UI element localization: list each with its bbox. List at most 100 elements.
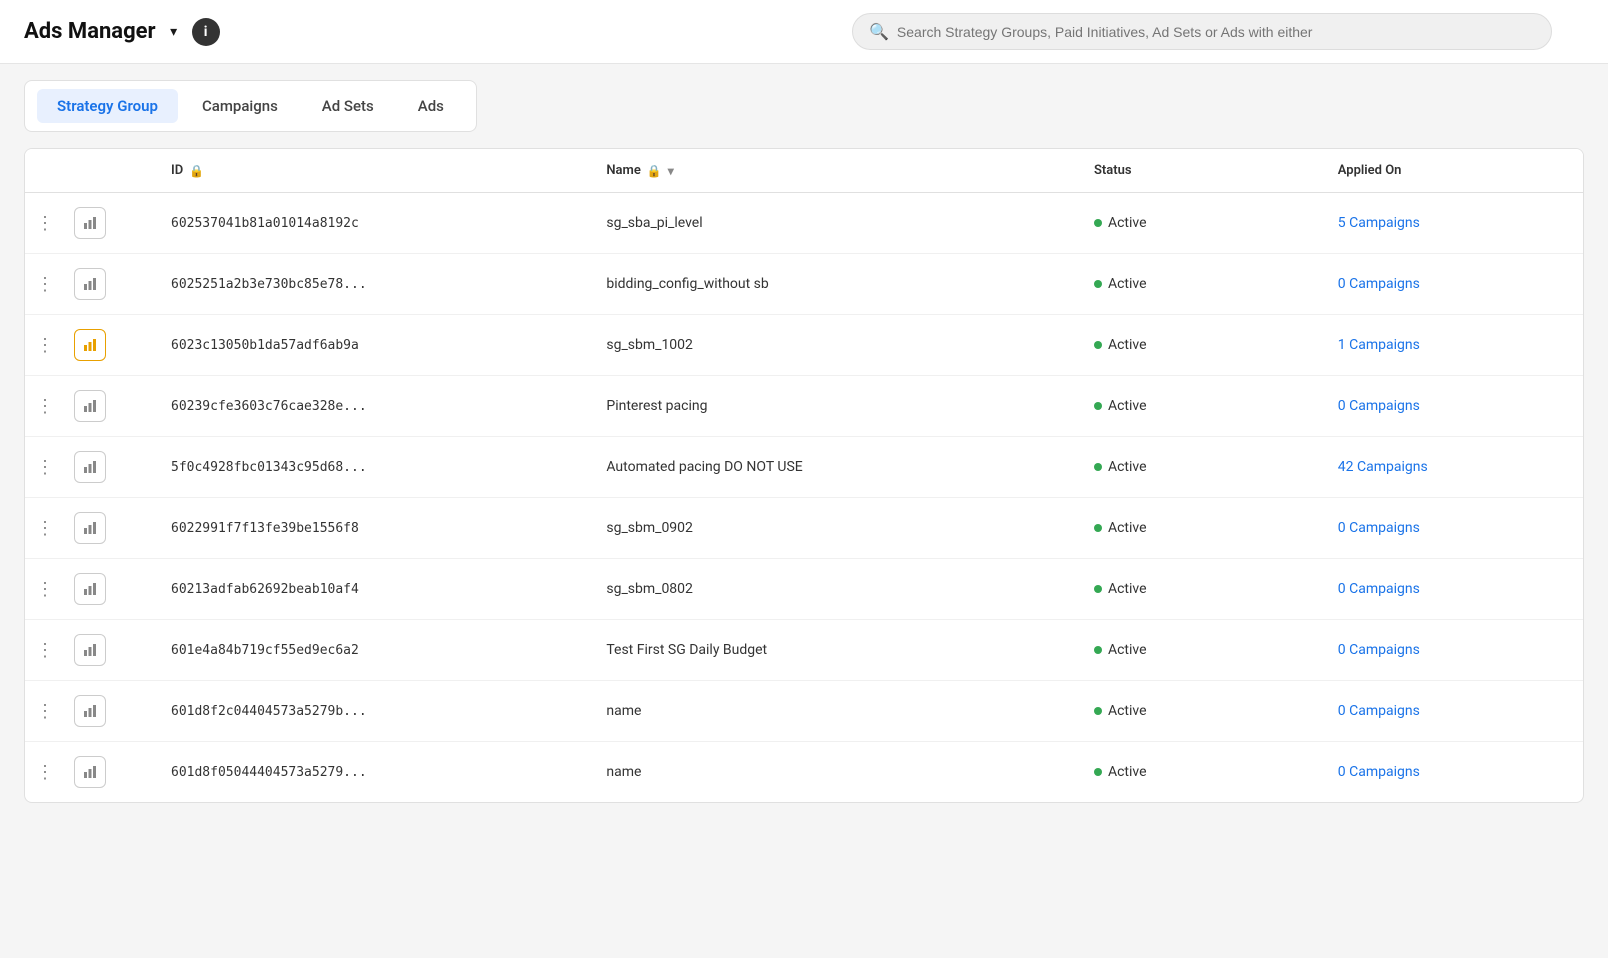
row-menu-6[interactable]: ⋮ [25, 559, 65, 620]
chart-icon-btn-5[interactable] [74, 512, 106, 544]
row-id-6: 60213adfab62692beab10af4 [155, 559, 590, 620]
status-dot-0 [1094, 219, 1102, 227]
name-lock-icon: 🔒 [647, 164, 662, 178]
row-checkbox-3[interactable] [115, 376, 155, 437]
th-actions [25, 149, 65, 193]
th-status: Status [1078, 149, 1322, 193]
applied-link-5[interactable]: 0 Campaigns [1338, 520, 1420, 536]
chart-icon-btn-4[interactable] [74, 451, 106, 483]
table-row: ⋮ 601d8f2c04404573a5279b... name Active [25, 681, 1583, 742]
th-checkbox [115, 149, 155, 193]
row-name-2: sg_sbm_1002 [590, 315, 1078, 376]
th-chart [65, 149, 115, 193]
applied-link-8[interactable]: 0 Campaigns [1338, 703, 1420, 719]
row-menu-9[interactable]: ⋮ [25, 742, 65, 803]
applied-link-9[interactable]: 0 Campaigns [1338, 764, 1420, 780]
row-status-3: Active [1078, 376, 1322, 437]
applied-link-3[interactable]: 0 Campaigns [1338, 398, 1420, 414]
chart-icon-btn-7[interactable] [74, 634, 106, 666]
row-applied-1[interactable]: 0 Campaigns [1322, 254, 1583, 315]
status-label-7: Active [1108, 642, 1147, 658]
row-checkbox-5[interactable] [115, 498, 155, 559]
row-applied-0[interactable]: 5 Campaigns [1322, 193, 1583, 254]
chart-icon-btn-0[interactable] [74, 207, 106, 239]
row-name-8: name [590, 681, 1078, 742]
table-header-row: ID 🔒 Name 🔒 ▾ Status Applied On [25, 149, 1583, 193]
row-checkbox-9[interactable] [115, 742, 155, 803]
row-id-2: 6023c13050b1da57adf6ab9a [155, 315, 590, 376]
status-label-2: Active [1108, 337, 1147, 353]
status-label-1: Active [1108, 276, 1147, 292]
status-dot-7 [1094, 646, 1102, 654]
chart-icon-btn-1[interactable] [74, 268, 106, 300]
row-checkbox-8[interactable] [115, 681, 155, 742]
table-body: ⋮ 602537041b81a01014a8192c sg_sba_pi_lev… [25, 193, 1583, 803]
row-applied-4[interactable]: 42 Campaigns [1322, 437, 1583, 498]
applied-link-4[interactable]: 42 Campaigns [1338, 459, 1428, 475]
row-chart-0 [65, 193, 115, 254]
row-checkbox-2[interactable] [115, 315, 155, 376]
header-left: Ads Manager ▾ i [24, 18, 220, 46]
applied-link-0[interactable]: 5 Campaigns [1338, 215, 1420, 231]
row-checkbox-0[interactable] [115, 193, 155, 254]
tab-ads[interactable]: Ads [398, 89, 464, 123]
row-status-0: Active [1078, 193, 1322, 254]
row-applied-8[interactable]: 0 Campaigns [1322, 681, 1583, 742]
chart-icon-btn-8[interactable] [74, 695, 106, 727]
row-menu-7[interactable]: ⋮ [25, 620, 65, 681]
row-id-8: 601d8f2c04404573a5279b... [155, 681, 590, 742]
chevron-down-icon[interactable]: ▾ [164, 22, 184, 42]
row-menu-1[interactable]: ⋮ [25, 254, 65, 315]
info-icon[interactable]: i [192, 18, 220, 46]
row-applied-9[interactable]: 0 Campaigns [1322, 742, 1583, 803]
table-row: ⋮ 60213adfab62692beab10af4 sg_sbm_0802 A… [25, 559, 1583, 620]
row-id-7: 601e4a84b719cf55ed9ec6a2 [155, 620, 590, 681]
row-id-4: 5f0c4928fbc01343c95d68... [155, 437, 590, 498]
row-applied-3[interactable]: 0 Campaigns [1322, 376, 1583, 437]
row-name-3: Pinterest pacing [590, 376, 1078, 437]
chart-icon-btn-9[interactable] [74, 756, 106, 788]
row-checkbox-4[interactable] [115, 437, 155, 498]
row-applied-7[interactable]: 0 Campaigns [1322, 620, 1583, 681]
row-menu-0[interactable]: ⋮ [25, 193, 65, 254]
row-menu-2[interactable]: ⋮ [25, 315, 65, 376]
row-menu-3[interactable]: ⋮ [25, 376, 65, 437]
chart-icon-btn-2[interactable] [74, 329, 106, 361]
row-menu-4[interactable]: ⋮ [25, 437, 65, 498]
tab-strategy-group[interactable]: Strategy Group [37, 89, 178, 123]
row-status-6: Active [1078, 559, 1322, 620]
applied-link-1[interactable]: 0 Campaigns [1338, 276, 1420, 292]
row-status-9: Active [1078, 742, 1322, 803]
chart-icon-btn-3[interactable] [74, 390, 106, 422]
tab-campaigns[interactable]: Campaigns [182, 89, 298, 123]
row-applied-6[interactable]: 0 Campaigns [1322, 559, 1583, 620]
row-menu-8[interactable]: ⋮ [25, 681, 65, 742]
table-row: ⋮ 6022991f7f13fe39be1556f8 sg_sbm_0902 A… [25, 498, 1583, 559]
applied-link-2[interactable]: 1 Campaigns [1338, 337, 1420, 353]
tab-ad-sets[interactable]: Ad Sets [302, 89, 394, 123]
applied-link-7[interactable]: 0 Campaigns [1338, 642, 1420, 658]
row-checkbox-6[interactable] [115, 559, 155, 620]
row-status-8: Active [1078, 681, 1322, 742]
status-dot-8 [1094, 707, 1102, 715]
status-label-6: Active [1108, 581, 1147, 597]
row-checkbox-7[interactable] [115, 620, 155, 681]
row-name-9: name [590, 742, 1078, 803]
row-name-7: Test First SG Daily Budget [590, 620, 1078, 681]
row-id-1: 6025251a2b3e730bc85e78... [155, 254, 590, 315]
row-applied-2[interactable]: 1 Campaigns [1322, 315, 1583, 376]
row-menu-5[interactable]: ⋮ [25, 498, 65, 559]
row-checkbox-1[interactable] [115, 254, 155, 315]
chart-icon-btn-6[interactable] [74, 573, 106, 605]
row-applied-5[interactable]: 0 Campaigns [1322, 498, 1583, 559]
applied-link-6[interactable]: 0 Campaigns [1338, 581, 1420, 597]
name-sort-icon[interactable]: ▾ [668, 164, 674, 178]
row-chart-2 [65, 315, 115, 376]
data-table: ID 🔒 Name 🔒 ▾ Status Applied On [25, 149, 1583, 802]
status-dot-3 [1094, 402, 1102, 410]
row-status-7: Active [1078, 620, 1322, 681]
table-row: ⋮ 602537041b81a01014a8192c sg_sba_pi_lev… [25, 193, 1583, 254]
search-input[interactable] [897, 24, 1535, 40]
th-applied: Applied On [1322, 149, 1583, 193]
status-dot-6 [1094, 585, 1102, 593]
